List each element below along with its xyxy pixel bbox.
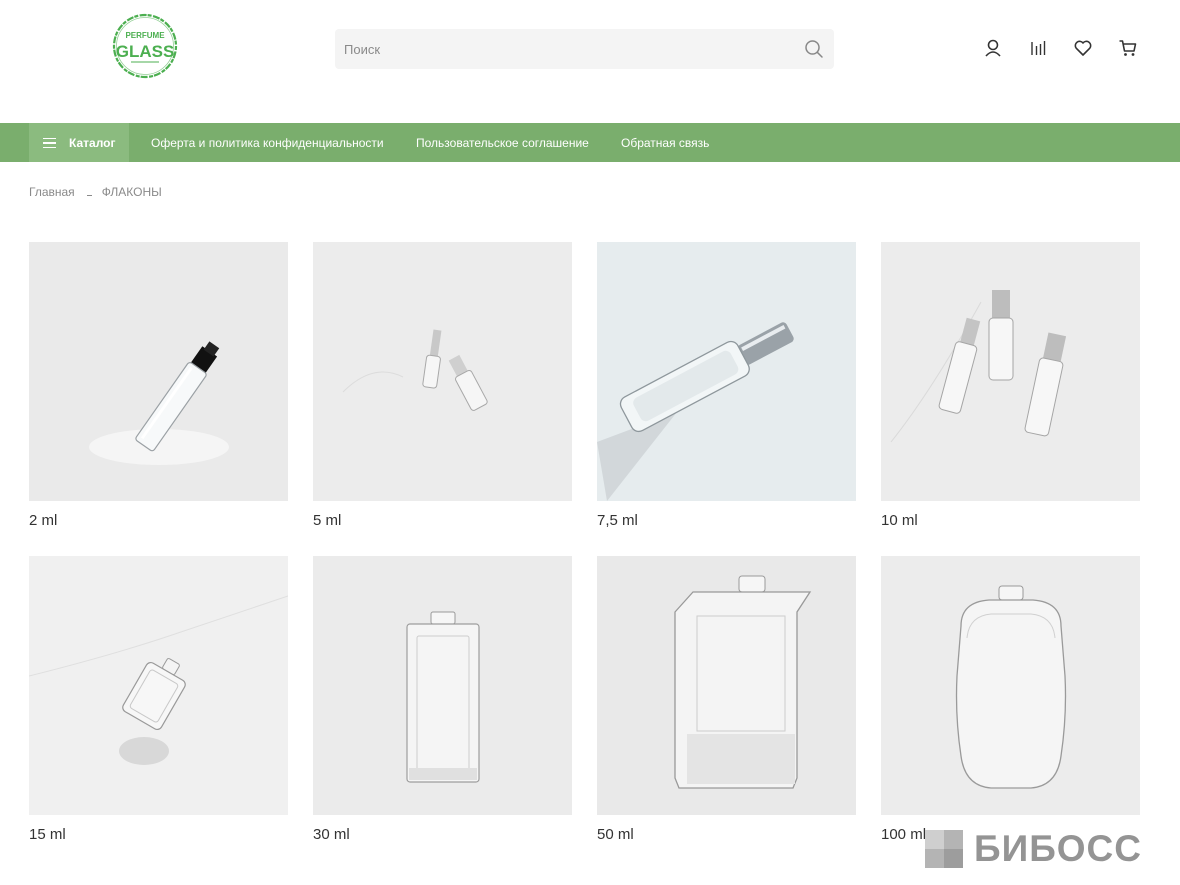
breadcrumb: Главная ФЛАКОНЫ bbox=[29, 185, 162, 199]
product-image[interactable] bbox=[29, 242, 288, 501]
product-title[interactable]: 2 ml bbox=[29, 512, 288, 529]
breadcrumb-current: ФЛАКОНЫ bbox=[101, 185, 162, 199]
product-image[interactable] bbox=[597, 556, 856, 815]
product-card[interactable]: 100 ml bbox=[881, 556, 1140, 843]
product-image[interactable] bbox=[313, 556, 572, 815]
main-navbar: Каталог Оферта и политика конфиденциальн… bbox=[0, 123, 1180, 162]
product-title[interactable]: 15 ml bbox=[29, 826, 288, 843]
breadcrumb-separator bbox=[86, 194, 92, 196]
watermark-logo-icon bbox=[925, 830, 963, 868]
catalog-label: Каталог bbox=[69, 135, 116, 150]
product-image[interactable] bbox=[881, 242, 1140, 501]
site-logo[interactable]: PERFUME GLASS bbox=[111, 13, 179, 79]
product-image[interactable] bbox=[597, 242, 856, 501]
heart-icon[interactable] bbox=[1072, 37, 1094, 59]
breadcrumb-home[interactable]: Главная bbox=[29, 185, 75, 199]
watermark: БИБОСС bbox=[925, 828, 1143, 869]
product-title[interactable]: 5 ml bbox=[313, 512, 572, 529]
compare-icon[interactable] bbox=[1027, 37, 1049, 59]
product-title[interactable]: 10 ml bbox=[881, 512, 1140, 529]
watermark-text: БИБОСС bbox=[974, 828, 1143, 869]
menu-icon bbox=[43, 137, 56, 148]
product-card[interactable]: 10 ml bbox=[881, 242, 1140, 529]
nav-link-feedback[interactable]: Обратная связь bbox=[621, 123, 709, 162]
nav-link-offer[interactable]: Оферта и политика конфиденциальности bbox=[151, 123, 384, 162]
product-card[interactable]: 30 ml bbox=[313, 556, 572, 843]
search-bar bbox=[335, 29, 834, 69]
product-image[interactable] bbox=[29, 556, 288, 815]
product-card[interactable]: 5 ml bbox=[313, 242, 572, 529]
product-card[interactable]: 2 ml bbox=[29, 242, 288, 529]
logo-line2: GLASS bbox=[116, 42, 175, 61]
product-image[interactable] bbox=[881, 556, 1140, 815]
search-input[interactable] bbox=[335, 29, 795, 69]
product-card[interactable]: 50 ml bbox=[597, 556, 856, 843]
product-card[interactable]: 15 ml bbox=[29, 556, 288, 843]
site-header: PERFUME GLASS bbox=[0, 0, 1180, 123]
nav-link-agreement[interactable]: Пользовательское соглашение bbox=[416, 123, 589, 162]
product-title[interactable]: 50 ml bbox=[597, 826, 856, 843]
catalog-button[interactable]: Каталог bbox=[29, 123, 129, 162]
user-icon[interactable] bbox=[982, 37, 1004, 59]
product-card[interactable]: 7,5 ml bbox=[597, 242, 856, 529]
cart-icon[interactable] bbox=[1117, 37, 1139, 59]
product-title[interactable]: 30 ml bbox=[313, 826, 572, 843]
product-image[interactable] bbox=[313, 242, 572, 501]
search-icon[interactable] bbox=[804, 39, 824, 59]
product-title[interactable]: 7,5 ml bbox=[597, 512, 856, 529]
logo-line1: PERFUME bbox=[125, 31, 165, 40]
